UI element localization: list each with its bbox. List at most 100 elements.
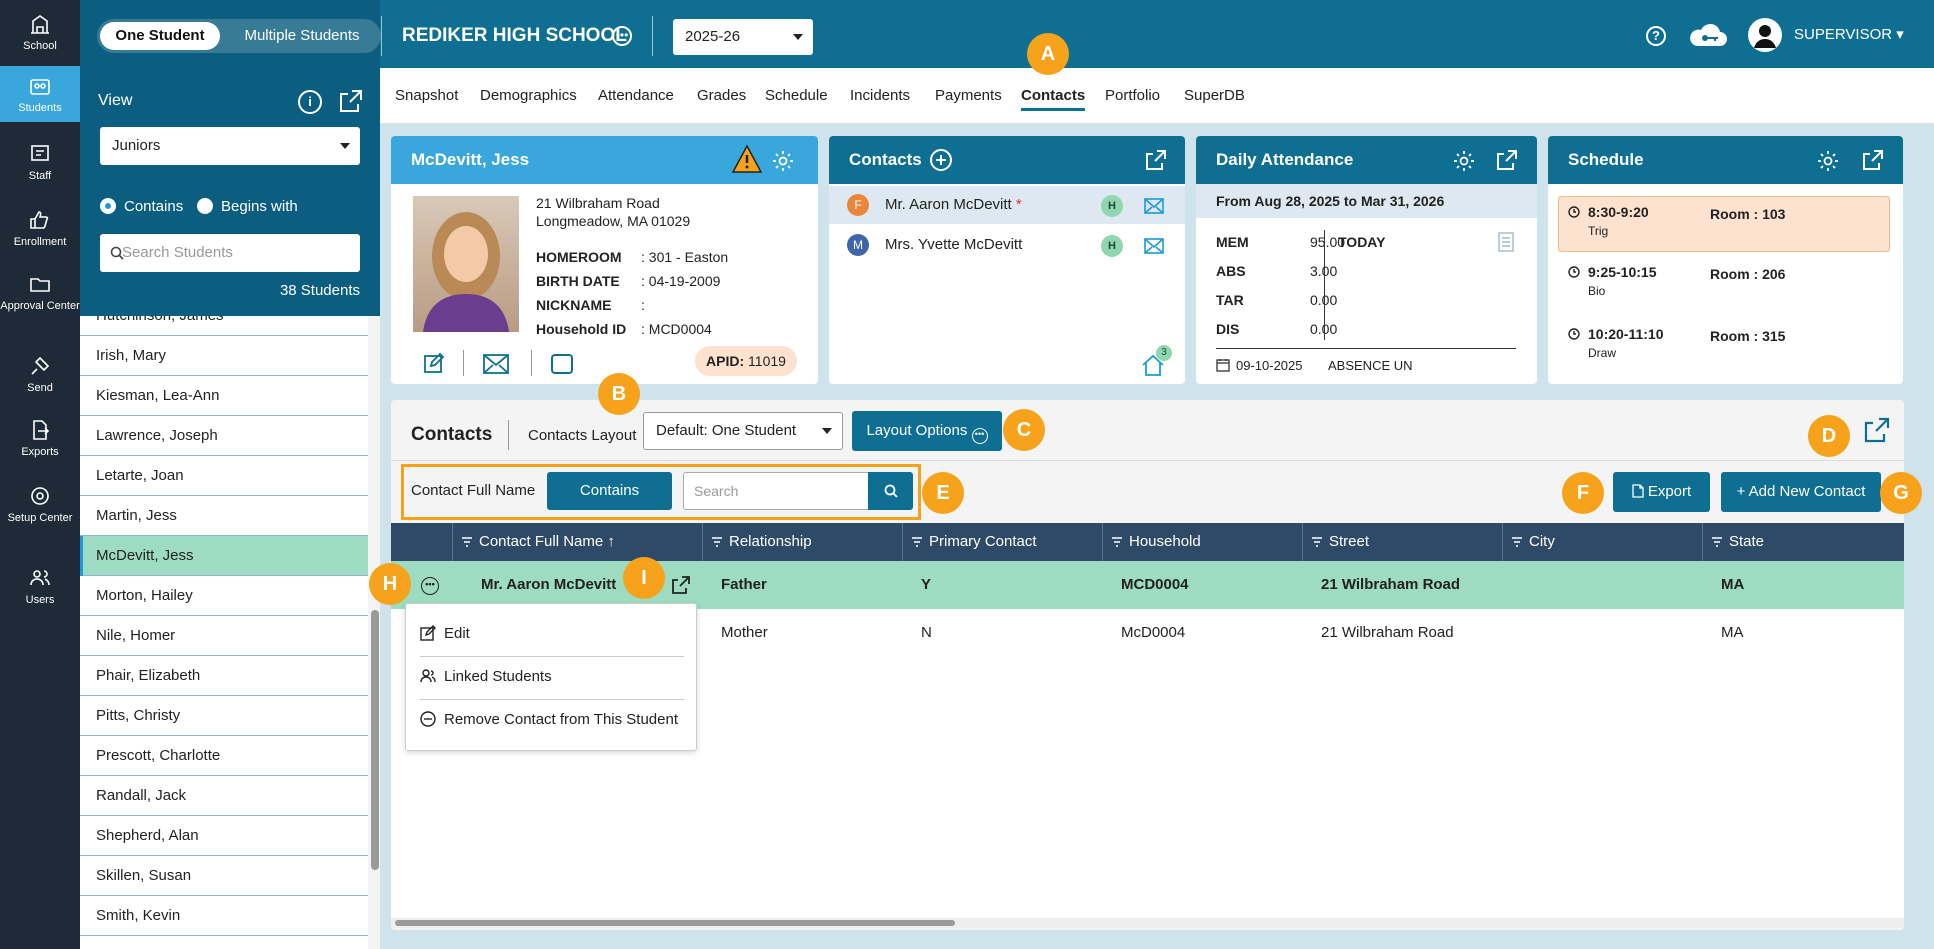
list-item[interactable]: Nile, Homer <box>80 616 368 656</box>
cell-street: 21 Wilbraham Road <box>1321 624 1454 641</box>
list-item[interactable]: Irish, Mary <box>80 336 368 376</box>
rail-send[interactable]: Send <box>0 354 80 404</box>
help-icon[interactable]: ? <box>1646 26 1666 46</box>
warning-icon[interactable] <box>731 144 763 174</box>
rail-students[interactable]: Students <box>0 66 80 122</box>
filter-mode-button[interactable]: Contains <box>547 472 672 510</box>
external-link-icon[interactable] <box>1862 149 1884 171</box>
tab-contacts[interactable]: Contacts <box>1021 86 1086 111</box>
col-header-street[interactable]: Street <box>1302 523 1502 561</box>
mail-icon[interactable] <box>1144 198 1164 214</box>
list-item[interactable]: Hutchinson, James <box>80 316 368 336</box>
callout-d: D <box>1808 415 1850 457</box>
app: School Students Staff Enrollment Approva… <box>0 0 1934 949</box>
list-item[interactable]: Martin, Jess <box>80 496 368 536</box>
rail-users[interactable]: Users <box>0 566 80 616</box>
contact-name[interactable]: Mrs. Yvette McDevitt <box>885 236 1022 253</box>
add-new-contact-button[interactable]: + Add New Contact <box>1721 472 1881 512</box>
list-item[interactable]: Kiesman, Lea-Ann <box>80 376 368 416</box>
rail-enrollment[interactable]: Enrollment <box>0 208 80 258</box>
grid-header: Contact Full Name ↑ Relationship Primary… <box>391 523 1904 561</box>
col-header-relationship[interactable]: Relationship <box>702 523 902 561</box>
layout-select[interactable]: Default: One Student <box>643 412 843 450</box>
student-search-input[interactable]: Search Students <box>100 234 360 272</box>
rail-setup[interactable]: Setup Center <box>0 484 80 546</box>
col-header-state[interactable]: State <box>1702 523 1904 561</box>
tab-incidents[interactable]: Incidents <box>850 86 910 106</box>
rail-exports[interactable]: Exports <box>0 418 80 468</box>
external-link-icon[interactable] <box>1145 149 1167 171</box>
menu-item-remove-contact[interactable]: Remove Contact from This Student <box>420 710 678 730</box>
rail-approval[interactable]: Approval Center <box>0 272 80 334</box>
multiple-students-toggle[interactable]: Multiple Students <box>227 22 377 50</box>
user-menu[interactable]: SUPERVISOR ▾ <box>1794 24 1904 46</box>
list-item-selected[interactable]: McDevitt, Jess <box>80 536 368 576</box>
gear-icon[interactable] <box>1452 149 1476 173</box>
tab-superdb[interactable]: SuperDB <box>1184 86 1245 106</box>
info-icon[interactable]: i <box>298 90 322 114</box>
list-item[interactable]: Lawrence, Joseph <box>80 416 368 456</box>
list-item[interactable]: Letarte, Joan <box>80 456 368 496</box>
scrollbar-thumb[interactable] <box>371 610 379 870</box>
contact-name[interactable]: Mr. Aaron McDevitt * <box>885 196 1022 213</box>
list-item[interactable]: Smith, Kevin <box>80 896 368 936</box>
gear-icon[interactable] <box>1816 149 1840 173</box>
layout-options-button[interactable]: Layout Options ••• <box>852 411 1002 451</box>
tab-schedule[interactable]: Schedule <box>765 86 828 106</box>
col-header-city[interactable]: City <box>1502 523 1702 561</box>
external-link-icon[interactable] <box>1496 149 1518 171</box>
rail-staff[interactable]: Staff <box>0 142 80 192</box>
gear-icon[interactable] <box>771 149 795 173</box>
list-item[interactable]: Prescott, Charlotte <box>80 736 368 776</box>
mail-icon[interactable] <box>483 354 509 374</box>
export-button[interactable]: Export <box>1613 472 1710 512</box>
list-item[interactable]: Randall, Jack <box>80 776 368 816</box>
cloud-key-icon[interactable] <box>1686 20 1728 50</box>
list-item[interactable]: Morton, Hailey <box>80 576 368 616</box>
row-menu-icon[interactable]: ••• <box>421 577 439 595</box>
tab-snapshot[interactable]: Snapshot <box>395 86 458 106</box>
search-button[interactable] <box>868 472 913 510</box>
col-header-household[interactable]: Household <box>1102 523 1302 561</box>
more-icon[interactable]: ••• <box>612 26 632 46</box>
school-name[interactable]: REDIKER HIGH SCHOOL <box>402 22 627 50</box>
tab-portfolio[interactable]: Portfolio <box>1105 86 1160 106</box>
menu-item-linked-students[interactable]: Linked Students <box>420 667 552 687</box>
callout-i: I <box>623 557 665 599</box>
col-header-name[interactable]: Contact Full Name ↑ <box>452 523 652 561</box>
tab-grades[interactable]: Grades <box>697 86 746 106</box>
tab-payments[interactable]: Payments <box>935 86 1002 106</box>
radio-dot <box>100 198 116 214</box>
list-item[interactable]: Pitts, Christy <box>80 696 368 736</box>
list-item[interactable]: Skillen, Susan <box>80 856 368 896</box>
edit-icon[interactable] <box>423 352 445 374</box>
avatar[interactable] <box>1748 18 1782 52</box>
scrollbar-thumb[interactable] <box>395 920 955 926</box>
mail-icon[interactable] <box>1144 238 1164 254</box>
contacts-card: Contacts F Mr. Aaron McDevitt * H M Mrs.… <box>829 136 1185 384</box>
contact-search-input[interactable]: Search <box>683 472 869 510</box>
attendance-status: ABSENCE UN <box>1328 358 1413 373</box>
rail-school[interactable]: School <box>0 12 80 62</box>
student-card: McDevitt, Jess 21 Wilbraham Road Longmea… <box>391 136 818 384</box>
school-year-select[interactable]: 2025-26 <box>673 19 813 55</box>
list-item[interactable]: Shepherd, Alan <box>80 816 368 856</box>
table-row[interactable]: ••• Mr. Aaron McDevitt Father Y MCD0004 … <box>391 561 1904 609</box>
view-select[interactable]: Juniors <box>100 127 360 165</box>
menu-item-edit[interactable]: Edit <box>420 624 470 644</box>
tab-attendance[interactable]: Attendance <box>598 86 674 106</box>
divider <box>1324 230 1325 340</box>
radio-begins-with[interactable]: Begins with <box>197 198 298 216</box>
external-link-icon[interactable] <box>338 88 364 114</box>
one-student-toggle[interactable]: One Student <box>100 22 220 50</box>
users-icon <box>420 669 436 683</box>
external-link-icon[interactable] <box>1863 416 1891 444</box>
list-item[interactable]: Phair, Elizabeth <box>80 656 368 696</box>
checkbox-icon[interactable] <box>551 354 573 374</box>
add-circle-icon[interactable] <box>929 148 953 172</box>
tab-demographics[interactable]: Demographics <box>480 86 577 106</box>
external-link-icon[interactable] <box>671 575 691 595</box>
document-icon[interactable] <box>1498 232 1514 252</box>
radio-contains[interactable]: Contains <box>100 198 183 216</box>
col-header-primary-contact[interactable]: Primary Contact <box>902 523 1102 561</box>
